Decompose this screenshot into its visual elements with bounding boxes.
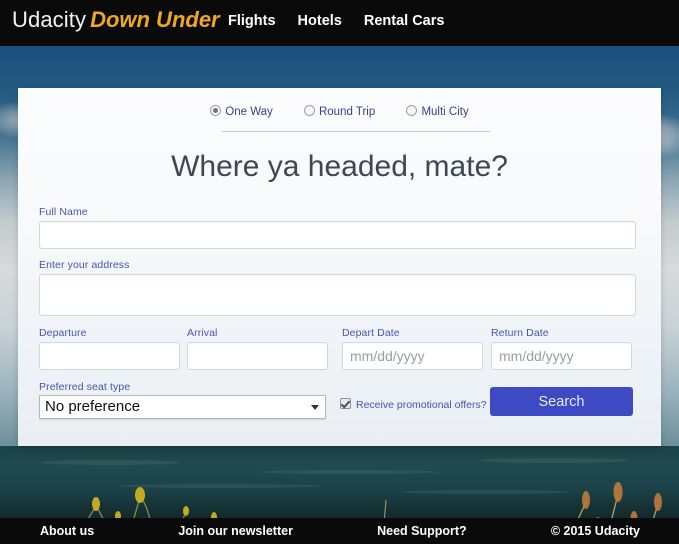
nav-link-flights[interactable]: Flights xyxy=(228,13,276,29)
trip-type-round-trip-label: Round Trip xyxy=(318,106,376,118)
trip-type-radio-group: One Way Round Trip Multi City xyxy=(18,105,661,118)
arrival-input[interactable] xyxy=(187,342,328,370)
address-label: Enter your address xyxy=(39,259,130,271)
trip-type-multi-city-label: Multi City xyxy=(421,106,469,118)
full-name-label: Full Name xyxy=(39,206,88,218)
address-textarea[interactable] xyxy=(39,274,636,316)
footer-link-newsletter[interactable]: Join our newsletter xyxy=(178,524,293,538)
trip-type-multi-city[interactable]: Multi City xyxy=(406,105,469,118)
site-footer: About us Join our newsletter Need Suppor… xyxy=(0,518,679,544)
trip-type-one-way[interactable]: One Way xyxy=(210,105,273,118)
footer-link-support[interactable]: Need Support? xyxy=(377,524,467,538)
search-button[interactable]: Search xyxy=(490,387,633,416)
full-name-input[interactable] xyxy=(39,221,636,249)
site-header: Udacity Down Under Flights Hotels Rental Ca… xyxy=(0,0,679,46)
chevron-down-icon xyxy=(311,405,319,410)
trip-type-round-trip[interactable]: Round Trip xyxy=(303,105,376,118)
depart-date-label: Depart Date xyxy=(342,327,400,339)
promo-offers-label: Receive promotional offers? xyxy=(356,399,487,411)
nav-link-hotels[interactable]: Hotels xyxy=(298,13,342,29)
brand-tagline: Down Under xyxy=(90,7,220,32)
page-root: Udacity Down Under Flights Hotels Rental Ca… xyxy=(0,0,679,544)
trip-type-one-way-label: One Way xyxy=(225,106,273,118)
divider xyxy=(222,131,490,132)
return-date-label: Return Date xyxy=(491,327,549,339)
footer-links: About us Join our newsletter Need Suppor… xyxy=(40,524,640,538)
brand-logo[interactable]: Udacity Down Under xyxy=(12,7,220,33)
seat-type-selected-value: No preference xyxy=(45,398,141,415)
arrival-label: Arrival xyxy=(187,327,218,339)
return-date-input[interactable] xyxy=(491,342,632,370)
seat-type-label: Preferred seat type xyxy=(39,381,131,393)
radio-unselected-icon[interactable] xyxy=(406,105,418,116)
page-title: Where ya headed, mate? xyxy=(171,150,508,183)
checkbox-checked-icon[interactable] xyxy=(340,398,351,409)
seat-type-select[interactable]: No preference xyxy=(39,395,326,419)
grass-silhouettes xyxy=(0,482,679,518)
departure-label: Departure xyxy=(39,327,87,339)
radio-selected-icon[interactable] xyxy=(210,105,222,116)
search-form-panel: One Way Round Trip Multi City Where ya h… xyxy=(18,88,661,446)
departure-input[interactable] xyxy=(39,342,180,370)
radio-unselected-icon[interactable] xyxy=(303,105,315,116)
footer-link-about-us[interactable]: About us xyxy=(40,524,94,538)
promo-offers-checkbox-row[interactable]: Receive promotional offers? xyxy=(340,398,487,411)
depart-date-input[interactable] xyxy=(342,342,483,370)
brand-name: Udacity xyxy=(12,7,87,32)
main-navigation: Flights Hotels Rental Cars xyxy=(228,13,444,29)
footer-copyright: © 2015 Udacity xyxy=(550,524,640,538)
nav-link-rental-cars[interactable]: Rental Cars xyxy=(364,13,445,29)
